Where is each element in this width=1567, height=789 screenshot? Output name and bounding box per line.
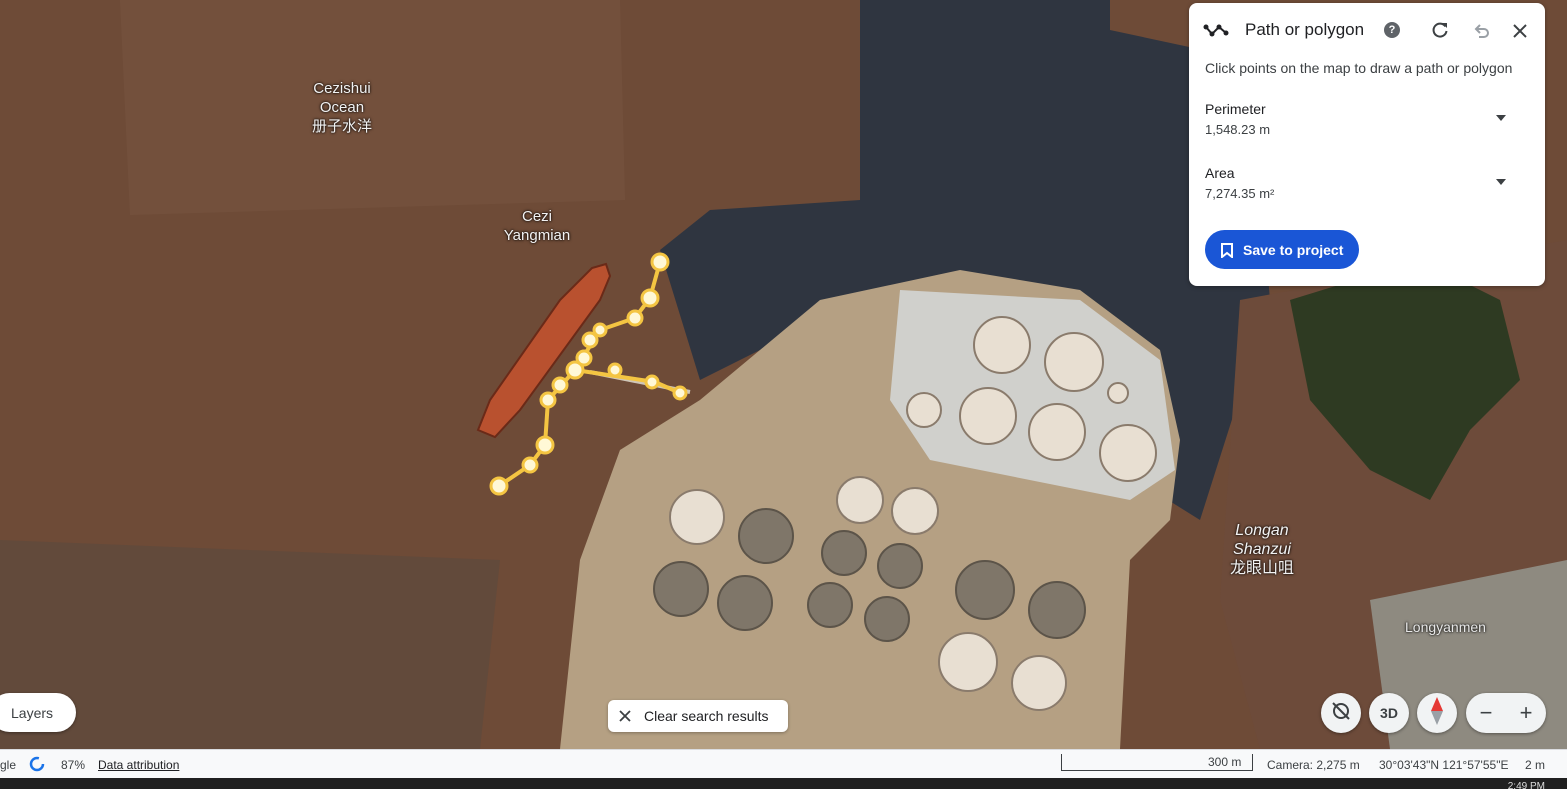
close-icon xyxy=(617,708,633,724)
zoom-in-button[interactable]: + xyxy=(1506,693,1546,733)
area-value: 7,274.35 m² xyxy=(1205,186,1275,201)
compass-button[interactable] xyxy=(1417,693,1457,733)
scale-label: 300 m xyxy=(1208,755,1242,769)
save-to-project-button[interactable]: Save to project xyxy=(1205,230,1359,269)
save-label: Save to project xyxy=(1243,242,1344,258)
loading-percent: 87% xyxy=(61,758,86,772)
tilt-reset-button[interactable] xyxy=(1321,693,1361,733)
loading-spinner-icon xyxy=(29,756,45,772)
panel-title: Path or polygon xyxy=(1245,20,1365,39)
chevron-down-icon[interactable] xyxy=(1495,112,1507,124)
panel-instruction: Click points on the map to draw a path o… xyxy=(1205,60,1513,76)
map-label-longan-shanzui: Longan Shanzui 龙眼山咀 xyxy=(1229,522,1294,577)
layers-button[interactable]: Layers xyxy=(0,693,76,732)
status-bar: gle 87% Data attribution 300 m Camera: 2… xyxy=(0,749,1567,779)
clear-search-label: Clear search results xyxy=(644,708,769,724)
clock: 2:49 PM xyxy=(1507,781,1545,789)
no-tilt-icon xyxy=(1329,699,1353,728)
clear-search-button[interactable]: Clear search results xyxy=(608,700,788,732)
close-icon[interactable] xyxy=(1509,20,1531,42)
layers-label: Layers xyxy=(11,705,54,721)
zoom-out-button[interactable]: − xyxy=(1466,693,1506,733)
help-icon[interactable]: ? xyxy=(1384,22,1400,38)
taskbar: 2:49 PM xyxy=(0,778,1567,789)
chevron-down-icon[interactable] xyxy=(1495,176,1507,188)
camera-altitude: Camera: 2,275 m xyxy=(1267,758,1360,772)
data-attribution-link[interactable]: Data attribution xyxy=(98,758,179,772)
zoom-controls: − + xyxy=(1466,693,1546,733)
path-polygon-icon xyxy=(1203,19,1229,41)
map-label-cezishui: Cezishui Ocean 册子水洋 xyxy=(311,80,372,135)
perimeter-label: Perimeter xyxy=(1205,101,1266,117)
map-label-longyanmen: Longyanmen xyxy=(1405,619,1486,635)
area-label: Area xyxy=(1205,165,1235,181)
perimeter-value: 1,548.23 m xyxy=(1205,122,1271,137)
compass-icon xyxy=(1430,696,1444,731)
google-logo-text: gle xyxy=(0,758,17,772)
panel-header: Path or polygon ? xyxy=(1189,3,1545,57)
undo-icon[interactable] xyxy=(1470,20,1492,42)
map-label-cezi-yangmian: Cezi Yangmian xyxy=(503,208,571,244)
coordinates: 30°03'43"N 121°57'55"E xyxy=(1379,758,1509,772)
refresh-icon[interactable] xyxy=(1429,19,1451,41)
3d-button[interactable]: 3D xyxy=(1369,693,1409,733)
elevation: 2 m xyxy=(1525,758,1546,772)
measure-panel: Path or polygon ? Click points on the ma… xyxy=(1189,3,1545,286)
bookmark-icon xyxy=(1220,242,1234,258)
